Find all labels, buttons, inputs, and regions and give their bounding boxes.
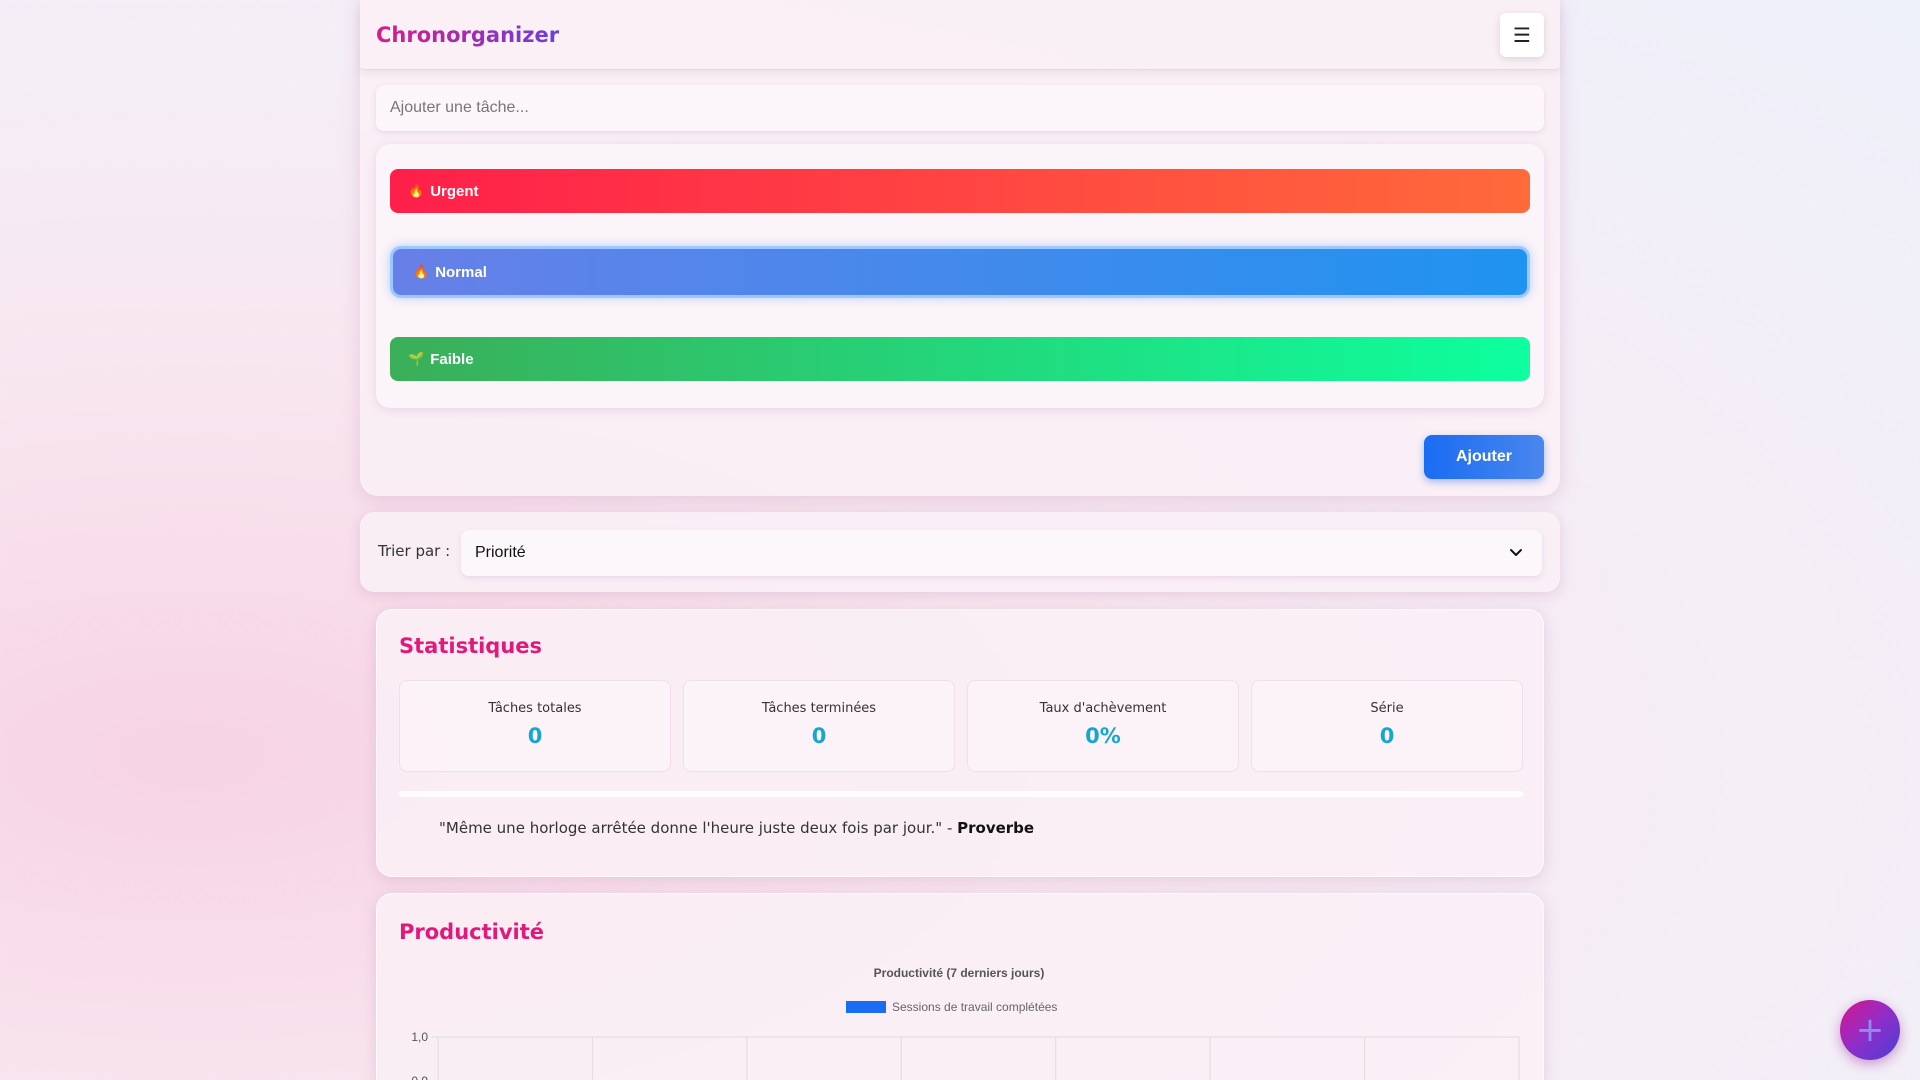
header: Chronorganizer ☰ (360, 0, 1560, 70)
statistics-title: Statistiques (399, 634, 543, 658)
chart-grid: 1,0 0,9 (411, 1030, 1520, 1080)
stat-value: 0 (811, 724, 827, 748)
quote-text: "Même une horloge arrêtée donne l'heure … (439, 819, 958, 837)
priority-faible-button[interactable]: 🌱 Faible (390, 337, 1530, 381)
app-logo: Chronorganizer (376, 22, 560, 47)
add-task-button[interactable]: Ajouter (1424, 435, 1544, 479)
y-tick-label: 1,0 (411, 1030, 428, 1044)
sort-select[interactable]: Priorité (461, 530, 1542, 576)
plus-icon: + (1855, 1010, 1885, 1050)
legend-label: Sessions de travail complétées (892, 1000, 1057, 1014)
stat-total-tasks: Tâches totales 0 (399, 680, 671, 772)
floating-add-button[interactable]: + (1840, 1000, 1900, 1060)
priority-label: Urgent (430, 182, 479, 200)
statistics-card: Statistiques Tâches totales 0 Tâches ter… (376, 609, 1544, 877)
task-entry-panel: Chronorganizer ☰ 🔥 Urgent 🔥 Normal 🌱 Fai… (360, 0, 1560, 496)
stat-label: Taux d'achèvement (1039, 701, 1167, 716)
motivational-quote: "Même une horloge arrêtée donne l'heure … (439, 819, 1034, 837)
task-input[interactable] (376, 85, 1544, 131)
hamburger-icon: ☰ (1513, 22, 1531, 47)
chevron-down-icon (1510, 549, 1522, 556)
fire-icon: 🔥 (408, 183, 425, 198)
priority-normal-button[interactable]: 🔥 Normal (393, 249, 1527, 295)
sort-label: Trier par : (378, 542, 451, 560)
priority-selector: 🔥 Urgent 🔥 Normal 🌱 Faible (376, 144, 1544, 408)
sort-selected-value: Priorité (475, 544, 526, 561)
chart-title: Productivité (7 derniers jours) (874, 966, 1045, 980)
y-tick-label: 0,9 (411, 1074, 428, 1080)
fire-icon: 🔥 (413, 264, 430, 279)
stat-label: Tâches totales (488, 701, 582, 716)
stat-value: 0 (527, 724, 543, 748)
legend-swatch (846, 1001, 886, 1013)
quote-author: Proverbe (957, 819, 1035, 837)
productivity-card: Productivité Productivité (7 derniers jo… (376, 893, 1544, 1080)
stat-completion-rate: Taux d'achèvement 0% (967, 680, 1239, 772)
app-container: Chronorganizer ☰ 🔥 Urgent 🔥 Normal 🌱 Fai… (360, 0, 1560, 1080)
priority-urgent-button[interactable]: 🔥 Urgent (390, 169, 1530, 213)
seedling-icon: 🌱 (408, 351, 425, 366)
stat-completed-tasks: Tâches terminées 0 (683, 680, 955, 772)
stat-streak: Série 0 (1251, 680, 1523, 772)
productivity-title: Productivité (399, 920, 545, 944)
priority-label: Faible (430, 350, 474, 368)
stat-value: 0% (1085, 724, 1121, 748)
menu-button[interactable]: ☰ (1500, 12, 1544, 57)
productivity-chart: Productivité (7 derniers jours) Sessions… (411, 966, 1520, 1080)
completion-progress-bar (399, 791, 1523, 797)
stat-label: Série (1370, 701, 1404, 716)
priority-label: Normal (435, 263, 487, 281)
sort-panel: Trier par : Priorité (360, 512, 1560, 592)
stat-value: 0 (1379, 724, 1395, 748)
stat-label: Tâches terminées (761, 701, 877, 716)
